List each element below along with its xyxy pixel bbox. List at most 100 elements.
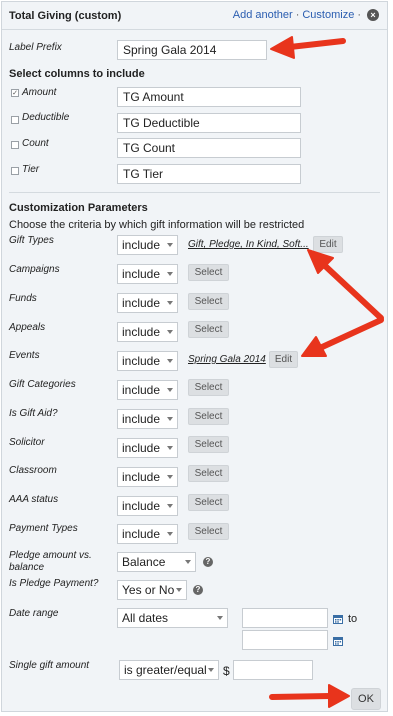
solicitor-label: Solicitor bbox=[9, 437, 45, 448]
single-gift-amount-label: Single gift amount bbox=[9, 660, 90, 671]
aaa-status-mode-select[interactable]: include bbox=[117, 496, 178, 516]
is-pledge-payment-label: Is Pledge Payment? bbox=[9, 578, 99, 589]
chevron-down-icon bbox=[167, 388, 173, 392]
chevron-down-icon bbox=[176, 588, 182, 592]
chevron-down-icon bbox=[167, 417, 173, 421]
chevron-down-icon bbox=[185, 560, 191, 564]
chevron-down-icon bbox=[217, 616, 223, 620]
chevron-down-icon bbox=[167, 446, 173, 450]
calendar-icon[interactable] bbox=[333, 614, 343, 624]
gift-types-mode-value: include bbox=[122, 238, 161, 252]
funds-mode-value: include bbox=[122, 296, 161, 310]
aaa-status-select-button[interactable]: Select bbox=[188, 494, 229, 511]
header-separator-2: · bbox=[357, 9, 361, 21]
gift-categories-label: Gift Categories bbox=[9, 379, 76, 390]
chevron-down-icon bbox=[167, 272, 173, 276]
add-another-link[interactable]: Add another bbox=[233, 9, 293, 21]
header-separator: · bbox=[295, 9, 300, 21]
gift-categories-mode-select[interactable]: include bbox=[117, 380, 178, 400]
gift-types-mode-select[interactable]: include bbox=[117, 235, 178, 255]
deductible-label: Deductible bbox=[22, 112, 70, 123]
payment-types-mode-select[interactable]: include bbox=[117, 524, 178, 544]
amount-column-input[interactable]: TG Amount bbox=[117, 87, 301, 107]
section-divider bbox=[9, 192, 380, 193]
currency-symbol: $ bbox=[223, 664, 230, 678]
gift-aid-mode-value: include bbox=[122, 412, 161, 426]
solicitor-select-button[interactable]: Select bbox=[188, 436, 229, 453]
pledge-vs-balance-select[interactable]: Balance bbox=[117, 552, 196, 572]
gift-categories-select-button[interactable]: Select bbox=[188, 379, 229, 396]
appeals-mode-select[interactable]: include bbox=[117, 322, 178, 342]
customize-panel: Total Giving (custom) Add another · Cust… bbox=[1, 1, 388, 712]
solicitor-mode-value: include bbox=[122, 441, 161, 455]
date-to-input[interactable] bbox=[242, 630, 328, 650]
date-range-select[interactable]: All dates bbox=[117, 608, 228, 628]
campaigns-mode-select[interactable]: include bbox=[117, 264, 178, 284]
aaa-status-mode-value: include bbox=[122, 499, 161, 513]
calendar-icon[interactable] bbox=[333, 636, 343, 646]
campaigns-select-button[interactable]: Select bbox=[188, 264, 229, 281]
panel-title: Total Giving (custom) bbox=[9, 10, 122, 22]
chevron-down-icon bbox=[167, 532, 173, 536]
tier-column-input[interactable]: TG Tier bbox=[117, 164, 301, 184]
pledge-vs-balance-label-line1: Pledge amount vs. bbox=[9, 550, 92, 561]
count-label: Count bbox=[22, 138, 49, 149]
classroom-select-button[interactable]: Select bbox=[188, 465, 229, 482]
campaigns-mode-value: include bbox=[122, 267, 161, 281]
count-checkbox[interactable] bbox=[11, 141, 19, 149]
params-description: Choose the criteria by which gift inform… bbox=[9, 219, 305, 231]
events-link[interactable]: Spring Gala 2014 bbox=[188, 354, 266, 365]
payment-types-mode-value: include bbox=[122, 527, 161, 541]
help-icon[interactable]: ? bbox=[203, 557, 213, 567]
solicitor-mode-select[interactable]: include bbox=[117, 438, 178, 458]
aaa-status-label: AAA status bbox=[9, 494, 59, 505]
amount-label: Amount bbox=[22, 87, 57, 98]
payment-types-select-button[interactable]: Select bbox=[188, 523, 229, 540]
is-pledge-payment-select[interactable]: Yes or No bbox=[117, 580, 187, 600]
is-pledge-payment-value: Yes or No bbox=[122, 583, 175, 597]
gift-types-edit-button[interactable]: Edit bbox=[313, 236, 343, 253]
amount-checkbox[interactable]: ✓ bbox=[11, 89, 19, 97]
appeals-mode-value: include bbox=[122, 325, 161, 339]
date-range-label: Date range bbox=[9, 608, 59, 619]
columns-heading: Select columns to include bbox=[9, 68, 145, 80]
date-range-value: All dates bbox=[122, 611, 169, 625]
gift-aid-label: Is Gift Aid? bbox=[9, 408, 58, 419]
gift-types-link[interactable]: Gift, Pledge, In Kind, Soft... bbox=[188, 239, 309, 250]
gift-aid-select-button[interactable]: Select bbox=[188, 408, 229, 425]
date-from-input[interactable] bbox=[242, 608, 328, 628]
label-prefix-input[interactable]: Spring Gala 2014 bbox=[117, 40, 267, 60]
funds-select-button[interactable]: Select bbox=[188, 293, 229, 310]
ok-button[interactable]: OK bbox=[351, 688, 381, 710]
classroom-mode-select[interactable]: include bbox=[117, 467, 178, 487]
funds-mode-select[interactable]: include bbox=[117, 293, 178, 313]
single-gift-operator-select[interactable]: is greater/equal bbox=[119, 660, 219, 680]
funds-label: Funds bbox=[9, 293, 37, 304]
events-edit-button[interactable]: Edit bbox=[269, 351, 298, 368]
chevron-down-icon bbox=[208, 668, 214, 672]
params-heading: Customization Parameters bbox=[9, 202, 148, 214]
panel-header: Total Giving (custom) Add another · Cust… bbox=[2, 2, 387, 30]
chevron-down-icon bbox=[167, 330, 173, 334]
appeals-select-button[interactable]: Select bbox=[188, 321, 229, 338]
appeals-label: Appeals bbox=[9, 322, 46, 333]
count-column-input[interactable]: TG Count bbox=[117, 138, 301, 158]
gift-categories-mode-value: include bbox=[122, 383, 161, 397]
header-actions: Add another · Customize · × bbox=[233, 9, 379, 21]
close-icon[interactable]: × bbox=[367, 9, 379, 21]
events-mode-select[interactable]: include bbox=[117, 351, 178, 371]
date-range-to-label: to bbox=[348, 613, 358, 625]
campaigns-label: Campaigns bbox=[9, 264, 60, 275]
deductible-checkbox[interactable] bbox=[11, 116, 19, 124]
tier-checkbox[interactable] bbox=[11, 167, 19, 175]
deductible-column-input[interactable]: TG Deductible bbox=[117, 113, 301, 133]
single-gift-operator-value: is greater/equal bbox=[124, 663, 207, 677]
help-icon[interactable]: ? bbox=[193, 585, 203, 595]
classroom-label: Classroom bbox=[9, 465, 57, 476]
customize-link[interactable]: Customize bbox=[302, 9, 354, 21]
tier-label: Tier bbox=[22, 164, 40, 175]
chevron-down-icon bbox=[167, 504, 173, 508]
gift-aid-mode-select[interactable]: include bbox=[117, 409, 178, 429]
single-gift-amount-input[interactable] bbox=[233, 660, 313, 680]
pledge-vs-balance-label-line2: balance bbox=[9, 562, 45, 573]
